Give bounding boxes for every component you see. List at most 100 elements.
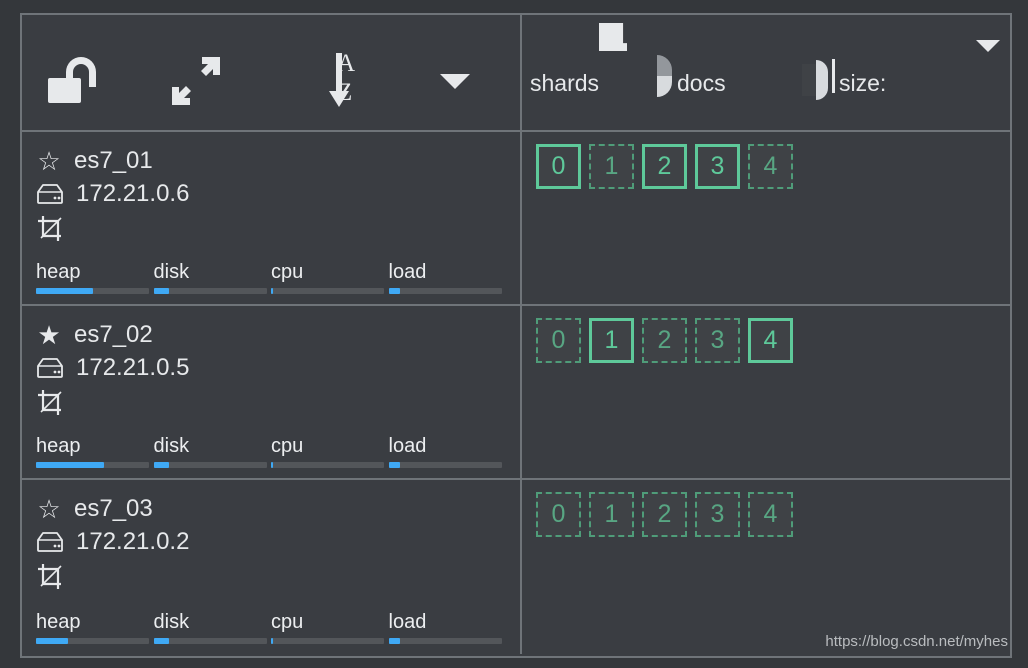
crop-icon xyxy=(38,390,62,415)
metric-fill xyxy=(36,462,104,468)
shard-box-replica[interactable]: 3 xyxy=(695,492,740,537)
metric-disk: disk xyxy=(153,610,272,644)
node-role-line xyxy=(36,210,506,247)
metric-track xyxy=(388,638,502,644)
star-outline-icon[interactable]: ☆ xyxy=(36,148,62,174)
expand-arrows-icon[interactable] xyxy=(170,55,222,107)
shards-square-icon xyxy=(599,23,627,51)
shard-box-replica[interactable]: 4 xyxy=(748,492,793,537)
metric-fill xyxy=(388,638,400,644)
node-role-line xyxy=(36,384,506,421)
metric-heap: heap xyxy=(36,260,154,294)
metric-label: disk xyxy=(153,261,190,283)
shard-box-replica[interactable]: 0 xyxy=(536,318,581,363)
metric-cpu: cpu xyxy=(271,260,389,294)
node-name: es7_01 xyxy=(74,146,153,174)
metric-fill xyxy=(36,288,93,294)
metric-load: load xyxy=(388,610,507,644)
caret-down-shape xyxy=(440,73,470,89)
unlock-icon[interactable] xyxy=(48,57,104,109)
node-ip: 172.21.0.6 xyxy=(76,179,190,207)
cluster-nodes-panel: A Z shards docs size: ☆ es7_01 172.21.0.… xyxy=(20,13,1012,658)
metric-label: load xyxy=(388,261,427,283)
shard-box-replica[interactable]: 3 xyxy=(695,318,740,363)
sort-letter-a: A xyxy=(337,50,356,77)
metric-fill xyxy=(153,638,170,644)
crop-icon xyxy=(38,216,62,241)
metric-label: cpu xyxy=(271,261,304,283)
metric-fill xyxy=(36,638,68,644)
node-info-cell: ☆ es7_03 172.21.0.2 heap disk cpu load xyxy=(22,480,522,654)
panel-collapse-caret-icon[interactable] xyxy=(976,40,1000,52)
metric-disk: disk xyxy=(153,434,272,468)
metric-fill xyxy=(388,462,400,468)
metric-label: heap xyxy=(36,261,81,283)
shard-strip: 01234 xyxy=(536,492,1010,537)
metric-track xyxy=(153,638,267,644)
shards-count-label: shards xyxy=(530,70,600,96)
star-outline-icon[interactable]: ☆ xyxy=(36,496,62,522)
shard-box-replica[interactable]: 4 xyxy=(748,144,793,189)
node-name-line: ☆ es7_03 xyxy=(36,492,506,525)
shard-box-replica[interactable]: 2 xyxy=(642,318,687,363)
shard-box-primary[interactable]: 2 xyxy=(642,144,687,189)
metric-label: heap xyxy=(36,435,81,457)
shard-box-primary[interactable]: 4 xyxy=(748,318,793,363)
metric-track xyxy=(271,462,384,468)
metric-fill xyxy=(388,288,400,294)
node-ip-line: 172.21.0.2 xyxy=(36,525,506,558)
header-toolbar: A Z xyxy=(22,15,522,130)
node-shards-cell: 01234 xyxy=(522,306,1010,478)
shard-box-primary[interactable]: 0 xyxy=(536,144,581,189)
shard-box-replica[interactable]: 1 xyxy=(589,492,634,537)
size-label: size: xyxy=(839,70,887,96)
expand-arrows-svg xyxy=(172,57,220,105)
shard-box-replica[interactable]: 0 xyxy=(536,492,581,537)
metric-label: load xyxy=(388,435,427,457)
node-shards-cell: 01234 xyxy=(522,132,1010,304)
shard-box-replica[interactable]: 2 xyxy=(642,492,687,537)
metric-label: disk xyxy=(153,435,190,457)
metric-label: cpu xyxy=(271,435,304,457)
shard-box-primary[interactable]: 3 xyxy=(695,144,740,189)
metric-track xyxy=(271,638,384,644)
node-info-cell: ☆ es7_01 172.21.0.6 heap disk cpu load xyxy=(22,132,522,304)
shard-strip: 01234 xyxy=(536,318,1010,363)
node-metrics: heap disk cpu load xyxy=(36,610,506,644)
metric-track xyxy=(36,288,149,294)
unlock-body xyxy=(48,78,81,103)
metric-label: heap xyxy=(36,611,81,633)
node-ip-line: 172.21.0.6 xyxy=(36,177,506,210)
shard-box-replica[interactable]: 1 xyxy=(589,144,634,189)
node-ip: 172.21.0.5 xyxy=(76,353,190,381)
node-row: ★ es7_02 172.21.0.5 heap disk cpu load 0… xyxy=(22,306,1010,480)
hdd-icon xyxy=(37,183,63,204)
node-metrics: heap disk cpu load xyxy=(36,434,506,468)
sort-alpha-down-icon[interactable]: A Z xyxy=(310,49,372,111)
metric-track xyxy=(153,462,267,468)
metric-load: load xyxy=(388,434,507,468)
metric-cpu: cpu xyxy=(271,610,389,644)
metric-track xyxy=(36,462,149,468)
crop-icon xyxy=(38,564,62,589)
hdd-icon xyxy=(37,531,63,552)
node-name: es7_02 xyxy=(74,320,153,348)
node-name-line: ★ es7_02 xyxy=(36,318,506,351)
star-filled-icon[interactable]: ★ xyxy=(36,322,62,348)
metric-disk: disk xyxy=(153,260,272,294)
node-info-cell: ★ es7_02 172.21.0.5 heap disk cpu load xyxy=(22,306,522,478)
metric-label: disk xyxy=(153,611,190,633)
node-name-line: ☆ es7_01 xyxy=(36,144,506,177)
hdd-icon xyxy=(37,357,63,378)
panel-header: A Z shards docs size: xyxy=(22,15,1010,132)
sort-letters: A Z xyxy=(337,49,355,107)
metric-track xyxy=(153,288,267,294)
metric-fill xyxy=(271,462,274,468)
node-role-line xyxy=(36,558,506,595)
filter-dropdown-caret-icon[interactable] xyxy=(440,73,470,89)
shard-box-primary[interactable]: 1 xyxy=(589,318,634,363)
docs-count-label: docs xyxy=(677,70,726,96)
metric-label: cpu xyxy=(271,611,304,633)
metric-heap: heap xyxy=(36,610,154,644)
summary-labels: shards docs size: xyxy=(530,70,886,97)
